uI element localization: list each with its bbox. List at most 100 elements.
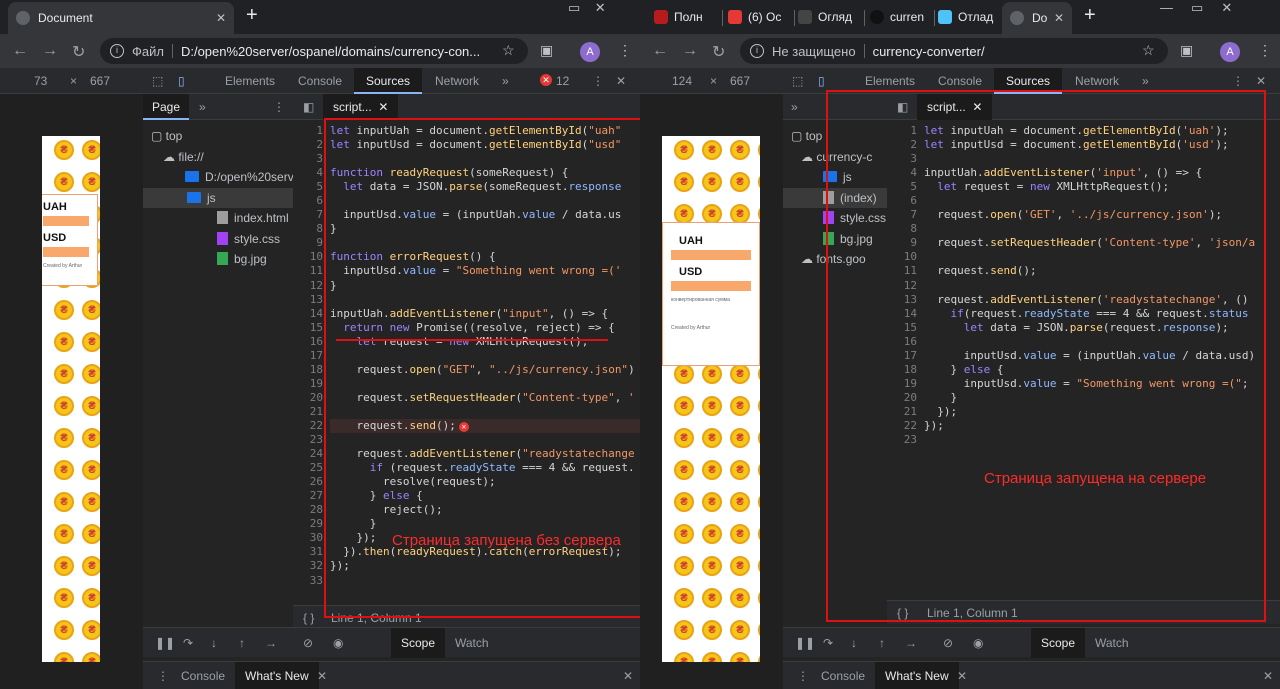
inspect-icon[interactable]: ⬚ [152, 68, 163, 94]
line-number[interactable]: 2 [293, 138, 323, 152]
tab-elements[interactable]: Elements [214, 68, 286, 94]
tree-item[interactable]: D:/open%20serv [143, 167, 294, 187]
uah-input[interactable] [43, 216, 89, 226]
inspect-icon[interactable]: ⬚ [792, 68, 803, 94]
star-icon[interactable]: ☆ [1142, 42, 1155, 59]
left-tab-document[interactable]: Document ✕ [8, 2, 234, 34]
address-bar[interactable]: i Не защищено currency-converter/ [740, 38, 1168, 64]
new-tab-button[interactable]: + [246, 4, 258, 27]
error-count[interactable]: 12 [556, 68, 569, 94]
avatar[interactable]: A [1220, 42, 1240, 62]
more-icon[interactable]: » [199, 94, 206, 120]
file-tab-script[interactable]: script... ✕ [323, 94, 399, 120]
line-number[interactable]: 24 [293, 447, 323, 461]
usd-input[interactable] [671, 281, 751, 291]
drawer-hide-icon[interactable]: ✕ [1253, 662, 1280, 689]
line-number[interactable]: 3 [293, 152, 323, 166]
line-number[interactable]: 11 [293, 264, 323, 278]
line-number[interactable]: 13 [293, 293, 323, 307]
tab-console[interactable]: Console [288, 68, 352, 94]
forward-arrow-icon[interactable]: → [42, 42, 58, 60]
forward-arrow-icon[interactable]: → [682, 42, 698, 60]
back-arrow-icon[interactable]: ← [12, 42, 28, 60]
step-out-icon[interactable]: ↑ [879, 636, 885, 650]
drawer-close-icon[interactable]: ✕ [947, 662, 977, 689]
extension-icon[interactable]: ▣ [1180, 42, 1193, 59]
pause-icon[interactable]: ❚❚ [795, 636, 815, 650]
address-bar[interactable]: i Файл D:/open%20server/ospanel/domains/… [100, 38, 528, 64]
line-number[interactable]: 20 [293, 391, 323, 405]
line-number[interactable]: 6 [293, 194, 323, 208]
line-number[interactable]: 15 [293, 321, 323, 335]
line-number[interactable]: 7 [293, 208, 323, 222]
tab-sources[interactable]: Sources [354, 68, 422, 94]
avatar[interactable]: A [580, 42, 600, 62]
pause-icon[interactable]: ❚❚ [155, 636, 175, 650]
line-number[interactable]: 9 [293, 236, 323, 250]
tab-scope[interactable]: Scope [1031, 628, 1086, 658]
line-number[interactable]: 29 [293, 517, 323, 531]
line-number[interactable]: 14 [293, 307, 323, 321]
usd-input[interactable] [43, 247, 89, 257]
extension-icon[interactable]: ▣ [540, 42, 553, 59]
right-tab-2[interactable]: Огляд [798, 4, 862, 30]
close-icon[interactable]: ✕ [216, 11, 226, 25]
more-tabs-icon[interactable]: » [502, 68, 509, 94]
drawer-tab-console[interactable]: Console [811, 662, 875, 689]
step-icon[interactable]: → [905, 636, 917, 650]
line-number[interactable]: 32 [293, 559, 323, 573]
line-number[interactable]: 26 [293, 475, 323, 489]
info-icon[interactable]: i [110, 44, 124, 58]
info-icon[interactable]: i [750, 44, 764, 58]
deactivate-breakpoints-icon[interactable]: ⊘ [303, 636, 313, 650]
right-tab-3[interactable]: curren [870, 4, 934, 30]
window-controls[interactable]: ▭ ✕ [568, 0, 632, 22]
line-number[interactable]: 18 [293, 363, 323, 377]
tab-watch[interactable]: Watch [1085, 628, 1139, 658]
right-tab-0[interactable]: Полн [654, 4, 718, 30]
tab-page[interactable]: Page [143, 94, 189, 120]
line-number[interactable]: 30 [293, 531, 323, 545]
line-number[interactable]: 1 [293, 124, 323, 138]
deactivate-breakpoints-icon[interactable]: ⊘ [943, 636, 953, 650]
line-number[interactable]: 16 [293, 335, 323, 349]
step-icon[interactable]: → [265, 636, 277, 650]
line-number[interactable]: 8 [293, 222, 323, 236]
line-number[interactable]: 5 [293, 180, 323, 194]
back-arrow-icon[interactable]: ← [652, 42, 668, 60]
line-number[interactable]: 31 [293, 545, 323, 559]
step-into-icon[interactable]: ↓ [851, 636, 857, 650]
line-number[interactable]: 22 [293, 419, 323, 433]
tree-item[interactable]: js [143, 187, 293, 208]
tree-item[interactable]: style.css [143, 229, 293, 249]
window-controls[interactable]: — ▭ ✕ [1160, 0, 1272, 22]
right-tab-active[interactable]: Do ✕ [1002, 2, 1072, 34]
menu-icon[interactable]: ⋮ [1258, 42, 1272, 59]
drawer-tab-console[interactable]: Console [171, 662, 235, 689]
line-number[interactable]: 21 [293, 405, 323, 419]
device-toggle-icon[interactable]: ▯ [178, 68, 185, 94]
step-into-icon[interactable]: ↓ [211, 636, 217, 650]
step-over-icon[interactable]: ↷ [183, 636, 193, 650]
more-icon[interactable]: » [791, 94, 798, 120]
drawer-hide-icon[interactable]: ✕ [613, 662, 640, 689]
new-tab-button[interactable]: + [1084, 4, 1096, 27]
tab-network[interactable]: Network [424, 68, 490, 94]
right-tab-4[interactable]: Отлад [938, 4, 1002, 30]
reload-icon[interactable]: ↻ [72, 42, 85, 62]
sidebar-toggle-icon[interactable]: ◧ [303, 94, 314, 120]
uah-input[interactable] [671, 250, 751, 260]
line-number[interactable]: 12 [293, 279, 323, 293]
line-number[interactable]: 4 [293, 166, 323, 180]
pause-on-exceptions-icon[interactable]: ◉ [333, 636, 343, 650]
devtools-menu-icon[interactable]: ⋮ [592, 68, 604, 94]
step-out-icon[interactable]: ↑ [239, 636, 245, 650]
star-icon[interactable]: ☆ [502, 42, 515, 59]
line-number[interactable]: 27 [293, 489, 323, 503]
tree-item[interactable]: index.html [143, 208, 293, 228]
format-icon[interactable]: { } [303, 606, 314, 629]
device-toggle-icon[interactable]: ▯ [818, 68, 825, 94]
tree-item[interactable]: ☁ file:// [143, 147, 293, 167]
line-number[interactable]: 19 [293, 377, 323, 391]
line-number[interactable]: 23 [293, 433, 323, 447]
